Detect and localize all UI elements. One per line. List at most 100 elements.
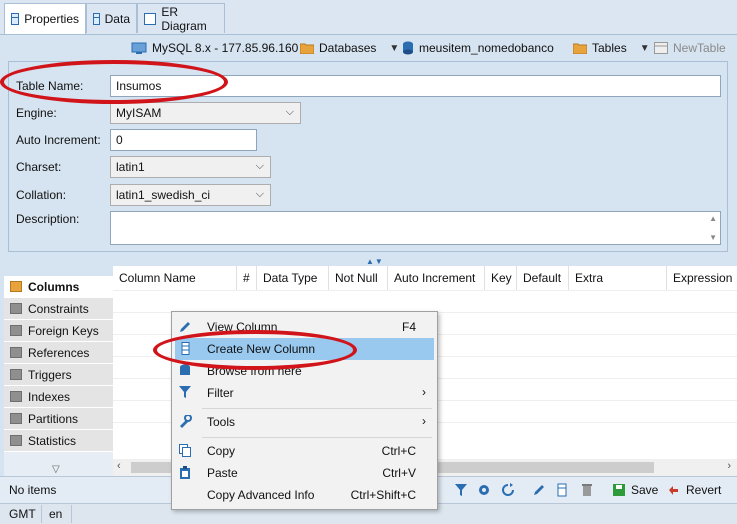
trash-icon	[582, 484, 592, 496]
pencil-icon	[180, 322, 190, 332]
delete-button[interactable]	[581, 481, 593, 499]
database-selector[interactable]: meusitem_nomedobanco	[402, 39, 554, 57]
edit-button[interactable]	[532, 481, 546, 499]
tools-icon	[180, 415, 192, 428]
properties-nav: Columns Constraints Foreign Keys Referen…	[4, 276, 113, 476]
revert-button-label: Revert	[686, 483, 722, 497]
add-column-button[interactable]	[557, 481, 567, 499]
partitions-icon	[10, 413, 22, 424]
charset-value: latin1	[116, 160, 145, 174]
save-button-label: Save	[631, 483, 659, 497]
triggers-icon	[10, 369, 22, 380]
submenu-arrow-icon: ›	[422, 385, 426, 399]
constraints-icon	[10, 303, 22, 314]
nav-item-triggers[interactable]: Triggers	[4, 364, 113, 386]
engine-select[interactable]: MyISAM ⌵	[110, 102, 301, 124]
nav-item-statistics[interactable]: Statistics	[4, 430, 113, 452]
nav-item-label: Statistics	[28, 433, 77, 448]
statistics-icon	[10, 435, 22, 446]
menu-item-create-new-column[interactable]: Create New Column	[175, 338, 434, 360]
column-header-auto-increment[interactable]: Auto Increment	[388, 266, 485, 290]
revert-button[interactable]: Revert	[667, 481, 721, 499]
tab-data[interactable]: Data	[86, 3, 137, 33]
column-header-name[interactable]: Column Name	[113, 266, 237, 290]
tab-er-diagram[interactable]: ER Diagram	[137, 3, 225, 33]
scroll-down-icon[interactable]: ▼	[709, 233, 717, 242]
mysql-connection-icon	[131, 42, 147, 54]
database-icon	[180, 364, 190, 375]
new-table-selector[interactable]: NewTable	[654, 39, 726, 57]
connection-selector[interactable]: MySQL 8.x - 177.85.96.160	[131, 39, 298, 57]
menu-item-tools[interactable]: Tools ›	[175, 411, 434, 433]
menu-item-browse-from-here[interactable]: Browse from here	[175, 360, 434, 382]
column-header-expression[interactable]: Expression	[667, 266, 737, 290]
auto-increment-input[interactable]: 0	[110, 129, 257, 151]
scroll-right-icon[interactable]: ›	[727, 460, 731, 472]
scroll-up-icon[interactable]: ▲	[709, 214, 717, 223]
nav-item-partitions[interactable]: Partitions	[4, 408, 113, 430]
menu-separator	[202, 437, 432, 438]
menu-item-view-column[interactable]: View Column F4	[175, 316, 434, 338]
column-header-extra[interactable]: Extra	[569, 266, 667, 290]
menu-separator	[202, 408, 432, 409]
table-name-input[interactable]: Insumos	[110, 75, 721, 97]
grid-row	[113, 290, 737, 313]
save-button[interactable]: Save	[612, 481, 658, 499]
collation-label: Collation:	[16, 188, 67, 202]
menu-item-label: Paste	[207, 466, 238, 480]
auto-increment-label: Auto Increment:	[16, 133, 101, 147]
column-header-not-null[interactable]: Not Null	[329, 266, 388, 290]
nav-item-label: Columns	[28, 279, 80, 294]
copy-icon	[179, 444, 191, 457]
chevron-down-icon[interactable]: ▼	[640, 43, 650, 54]
column-header-default[interactable]: Default	[517, 266, 569, 290]
chevron-down-icon[interactable]: ▼	[389, 43, 399, 54]
nav-item-constraints[interactable]: Constraints	[4, 298, 113, 320]
refresh-icon	[502, 483, 514, 496]
new-table-label: NewTable	[673, 41, 726, 55]
nav-scroll-down-icon[interactable]: ▽	[52, 464, 60, 475]
menu-item-paste[interactable]: Paste Ctrl+V	[175, 462, 434, 484]
items-count-text: No items	[9, 483, 57, 497]
column-add-icon	[181, 342, 190, 355]
collation-value: latin1_swedish_ci	[116, 188, 211, 202]
indexes-icon	[10, 391, 22, 402]
charset-select[interactable]: latin1 ⌵	[110, 156, 271, 178]
column-header-key[interactable]: Key	[485, 266, 517, 290]
tab-properties[interactable]: Properties	[4, 3, 86, 34]
menu-item-copy-advanced-info[interactable]: Copy Advanced Info Ctrl+Shift+C	[175, 484, 434, 506]
nav-item-columns[interactable]: Columns	[4, 276, 113, 298]
tables-selector[interactable]: Tables ▼	[573, 39, 650, 57]
nav-item-references[interactable]: References	[4, 342, 113, 364]
databases-label: Databases	[319, 41, 377, 55]
splitter-handle[interactable]: ▲▼	[366, 257, 384, 266]
nav-item-label: Indexes	[28, 389, 71, 404]
revert-icon	[669, 486, 678, 495]
column-header-data-type[interactable]: Data Type	[257, 266, 329, 290]
filter-icon	[179, 386, 191, 398]
filter-button[interactable]	[454, 481, 468, 499]
divider	[71, 505, 72, 523]
nav-item-label: References	[28, 345, 90, 360]
save-icon	[613, 484, 625, 496]
database-icon	[403, 41, 413, 55]
tab-properties-label: Properties	[24, 12, 79, 26]
folder-icon	[300, 43, 314, 54]
collation-select[interactable]: latin1_swedish_ci ⌵	[110, 184, 271, 206]
scroll-left-icon[interactable]: ‹	[117, 460, 121, 472]
menu-item-copy[interactable]: Copy Ctrl+C	[175, 440, 434, 462]
configure-button[interactable]	[477, 481, 491, 499]
table-icon	[654, 42, 668, 54]
menu-item-label: Filter	[207, 386, 234, 400]
column-header-index[interactable]: #	[237, 266, 257, 290]
menu-item-filter[interactable]: Filter ›	[175, 382, 434, 404]
databases-selector[interactable]: Databases ▼	[300, 39, 399, 57]
nav-item-foreign-keys[interactable]: Foreign Keys	[4, 320, 113, 342]
nav-item-indexes[interactable]: Indexes	[4, 386, 113, 408]
gear-icon	[479, 485, 489, 495]
timezone-text: GMT	[9, 507, 36, 521]
nav-item-label: Constraints	[28, 301, 89, 316]
description-label: Description:	[16, 212, 80, 226]
refresh-button[interactable]	[501, 481, 515, 499]
description-textarea[interactable]: ▲ ▼	[110, 211, 721, 245]
